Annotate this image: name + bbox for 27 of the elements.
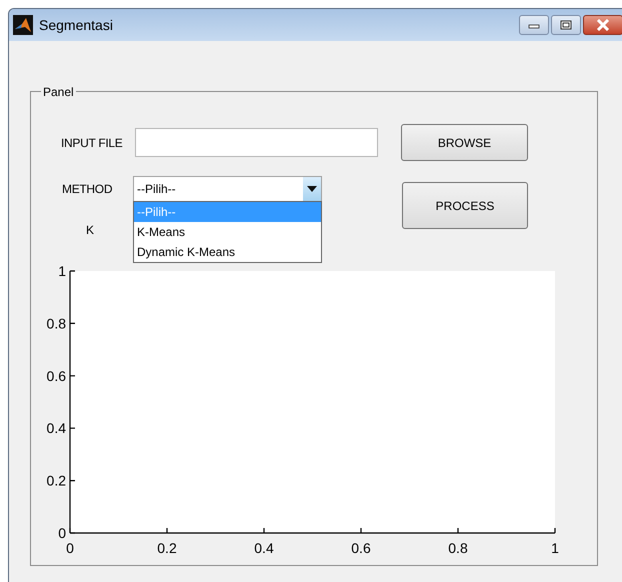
close-icon [596,19,610,31]
y-tick-label: 0.8 [46,315,66,332]
process-button[interactable]: PROCESS [402,182,528,229]
minimize-button[interactable] [519,15,549,35]
k-label: K [86,223,94,237]
input-file-field[interactable] [135,128,378,157]
x-tick-label: 0 [66,540,74,556]
maximize-button[interactable] [551,15,581,35]
dropdown-option[interactable]: K-Means [134,222,321,242]
browse-button[interactable]: BROWSE [401,124,528,161]
app-logo-icon [13,15,33,35]
y-tick-label: 0.6 [46,368,66,384]
window-title: Segmentasi [39,16,113,35]
method-label: METHOD [61,181,114,198]
y-tick-label: 0.4 [46,420,66,436]
y-tick-label: 0 [58,525,66,541]
y-tick-label: 0.2 [46,472,66,489]
dropdown-option[interactable]: Dynamic K-Means [134,242,321,262]
y-tick-label: 1 [58,263,66,279]
maximize-icon [560,20,572,30]
x-tick-label: 0.8 [448,540,468,556]
x-tick-label: 0.4 [254,540,274,556]
input-file-label: INPUT FILE [60,134,124,152]
x-tick-label: 0.6 [351,540,371,556]
x-tick-label: 0.2 [157,540,177,556]
close-button[interactable] [583,15,622,35]
x-tick-label: 1 [551,540,559,556]
